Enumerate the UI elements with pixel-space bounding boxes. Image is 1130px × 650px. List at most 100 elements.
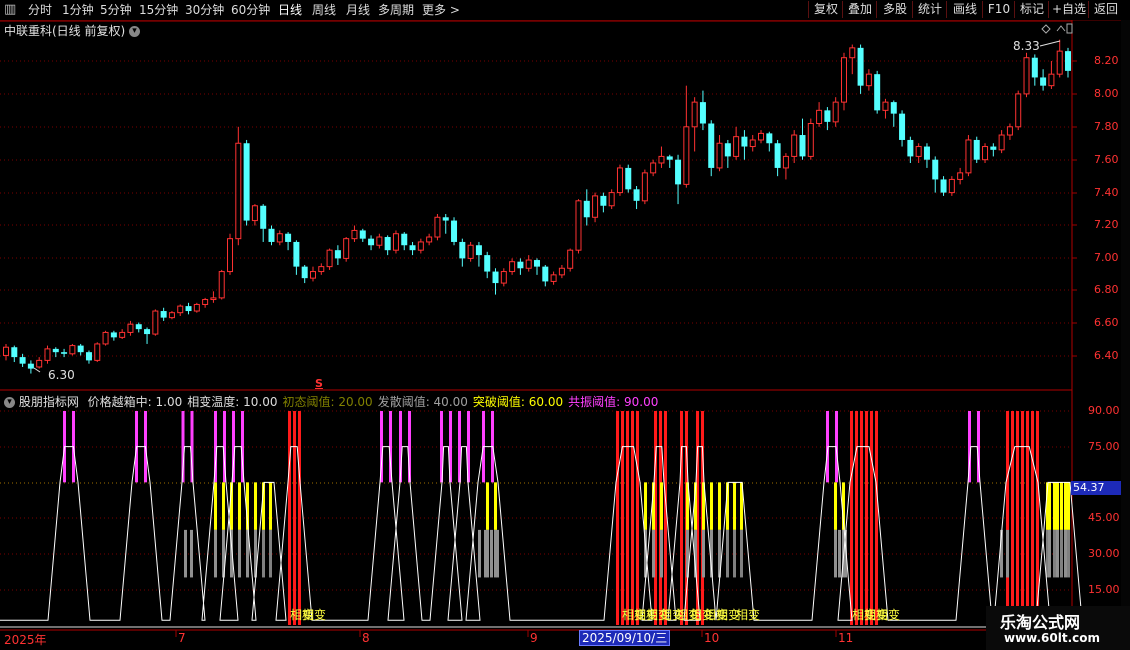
indicator-bar — [1067, 482, 1070, 530]
candle-body — [326, 249, 333, 268]
stock-title[interactable]: 中联重科(日线 前复权) ▾ — [4, 22, 141, 39]
candle-body — [600, 195, 607, 206]
toolbar-button-fuquan[interactable]: 复权 — [808, 1, 843, 18]
toolbar-item-5min[interactable]: 5分钟 — [100, 2, 132, 18]
candle-body — [3, 346, 9, 356]
candle-body — [890, 102, 897, 114]
candle-body — [52, 348, 59, 353]
candle-body — [318, 266, 325, 273]
diamond-icon[interactable] — [1041, 24, 1051, 34]
toolbar-item-30min[interactable]: 30分钟 — [185, 2, 224, 18]
candle-body — [384, 237, 391, 251]
indicator-bar — [262, 529, 265, 578]
candle-body — [567, 249, 574, 269]
toolbar-button-zixuan[interactable]: +自选 — [1048, 1, 1089, 18]
candle-body — [998, 134, 1005, 151]
candle-body — [915, 146, 922, 157]
indicator-bar — [718, 482, 721, 530]
candle-body — [832, 101, 839, 123]
low-price-label: 6.30 — [48, 368, 75, 382]
sell-signal-marker: S — [315, 377, 323, 390]
toolbar-item-multi[interactable]: 多周期 — [378, 2, 414, 18]
indicator-bar — [214, 529, 217, 578]
chart-area[interactable] — [0, 20, 1130, 650]
watermark: 乐淘公式网 www.60lt.com — [986, 606, 1130, 650]
candle-body — [160, 311, 167, 318]
indicator-bar — [621, 411, 624, 625]
candle-body — [202, 299, 209, 305]
candle-body — [865, 73, 872, 87]
candle-body — [467, 244, 474, 259]
candle-body — [766, 133, 773, 144]
candle-body — [965, 139, 972, 174]
indicator-tick-label: 45.00 — [1088, 511, 1120, 524]
toolbar-item-fenshi[interactable]: 分时 — [28, 2, 52, 18]
toolbar-item-more[interactable]: 更多 > — [422, 2, 460, 18]
toolbar-item-1min[interactable]: 1分钟 — [62, 2, 94, 18]
toolbar-button-duogu[interactable]: 多股 — [876, 1, 913, 18]
candle-body — [193, 303, 200, 312]
candle-body — [691, 101, 698, 128]
indicator-bar — [660, 482, 663, 530]
toolbar-item-month[interactable]: 月线 — [346, 2, 370, 18]
indicator-bar — [1060, 482, 1063, 530]
maximize-icon[interactable] — [1066, 23, 1073, 34]
toolbar-button-tongji[interactable]: 统计 — [912, 1, 947, 18]
candle-body — [102, 331, 109, 345]
toolbar-button-diejia[interactable]: 叠加 — [842, 1, 877, 18]
candle-body — [774, 143, 781, 168]
candle-body — [459, 241, 466, 259]
indicator-bar — [1048, 529, 1051, 578]
candle-body — [260, 205, 267, 229]
period-toolbar: 分时 1分钟 5分钟 15分钟 30分钟 60分钟 日线 周线 月线 多周期 更多 > ▥ 复权 叠加 多股… — [0, 0, 1130, 21]
candle-body — [907, 139, 914, 157]
indicator-bar — [1006, 411, 1009, 625]
indicator-bar — [1064, 482, 1067, 530]
chevron-down-icon[interactable]: ▾ — [4, 397, 15, 408]
toolbar-button-huaxian[interactable]: 画线 — [946, 1, 983, 18]
right-scroll-strip[interactable] — [1121, 20, 1130, 630]
toolbar-button-biaoji[interactable]: 标记 — [1014, 1, 1049, 18]
indicator-bar — [726, 529, 729, 578]
toolbar-item-day[interactable]: 日线 — [278, 2, 302, 18]
candle-body — [409, 245, 416, 251]
indicator-bar — [190, 529, 193, 578]
candle-body — [666, 156, 673, 160]
indicator-bar — [865, 411, 868, 625]
candle-body — [368, 238, 375, 246]
indicator-bar — [875, 411, 878, 625]
indicator-bar — [636, 411, 639, 625]
candle-body — [899, 113, 906, 140]
candle-body — [210, 297, 217, 301]
x-axis-label: 2025年 — [4, 633, 47, 647]
phase-change-label: 相变 — [876, 608, 901, 622]
chevron-down-icon[interactable]: ▾ — [129, 26, 141, 37]
indicator-header[interactable]: ▾ 股朋指标网 价格越箱中: 1.00 相变温度: 10.00 初态阈值: 20.0… — [4, 393, 658, 410]
indicator-bar — [652, 529, 655, 578]
candle-body — [401, 233, 408, 246]
indicator-series — [0, 411, 1083, 628]
indicator-bar — [494, 482, 497, 530]
indicator-name: 股朋指标网 — [18, 395, 79, 409]
x-axis-label: 8 — [362, 631, 370, 645]
candle-body — [990, 146, 997, 150]
toolbar-button-fanhui[interactable]: 返回 — [1088, 1, 1123, 18]
candle-body — [741, 136, 748, 147]
candle-body — [44, 348, 51, 361]
toolbar-item-week[interactable]: 周线 — [312, 2, 336, 18]
indicator-bar — [860, 411, 863, 625]
indicator-bar — [870, 411, 873, 625]
toolbar-button-f10[interactable]: F10 — [982, 1, 1015, 18]
candle-body — [791, 134, 798, 157]
chart-settings-icon[interactable]: ▥ — [4, 2, 16, 17]
watermark-url: www.60lt.com — [1004, 631, 1101, 645]
indicator-bar — [293, 411, 296, 625]
candle-body — [683, 126, 690, 185]
candle-body — [534, 260, 540, 267]
price-tick-label: 7.20 — [1094, 218, 1119, 231]
toolbar-item-60min[interactable]: 60分钟 — [231, 2, 270, 18]
candle-body — [285, 233, 292, 242]
chevron-up-icon[interactable] — [1056, 25, 1066, 32]
indicator-bar — [1056, 529, 1059, 578]
toolbar-item-15min[interactable]: 15分钟 — [139, 2, 178, 18]
